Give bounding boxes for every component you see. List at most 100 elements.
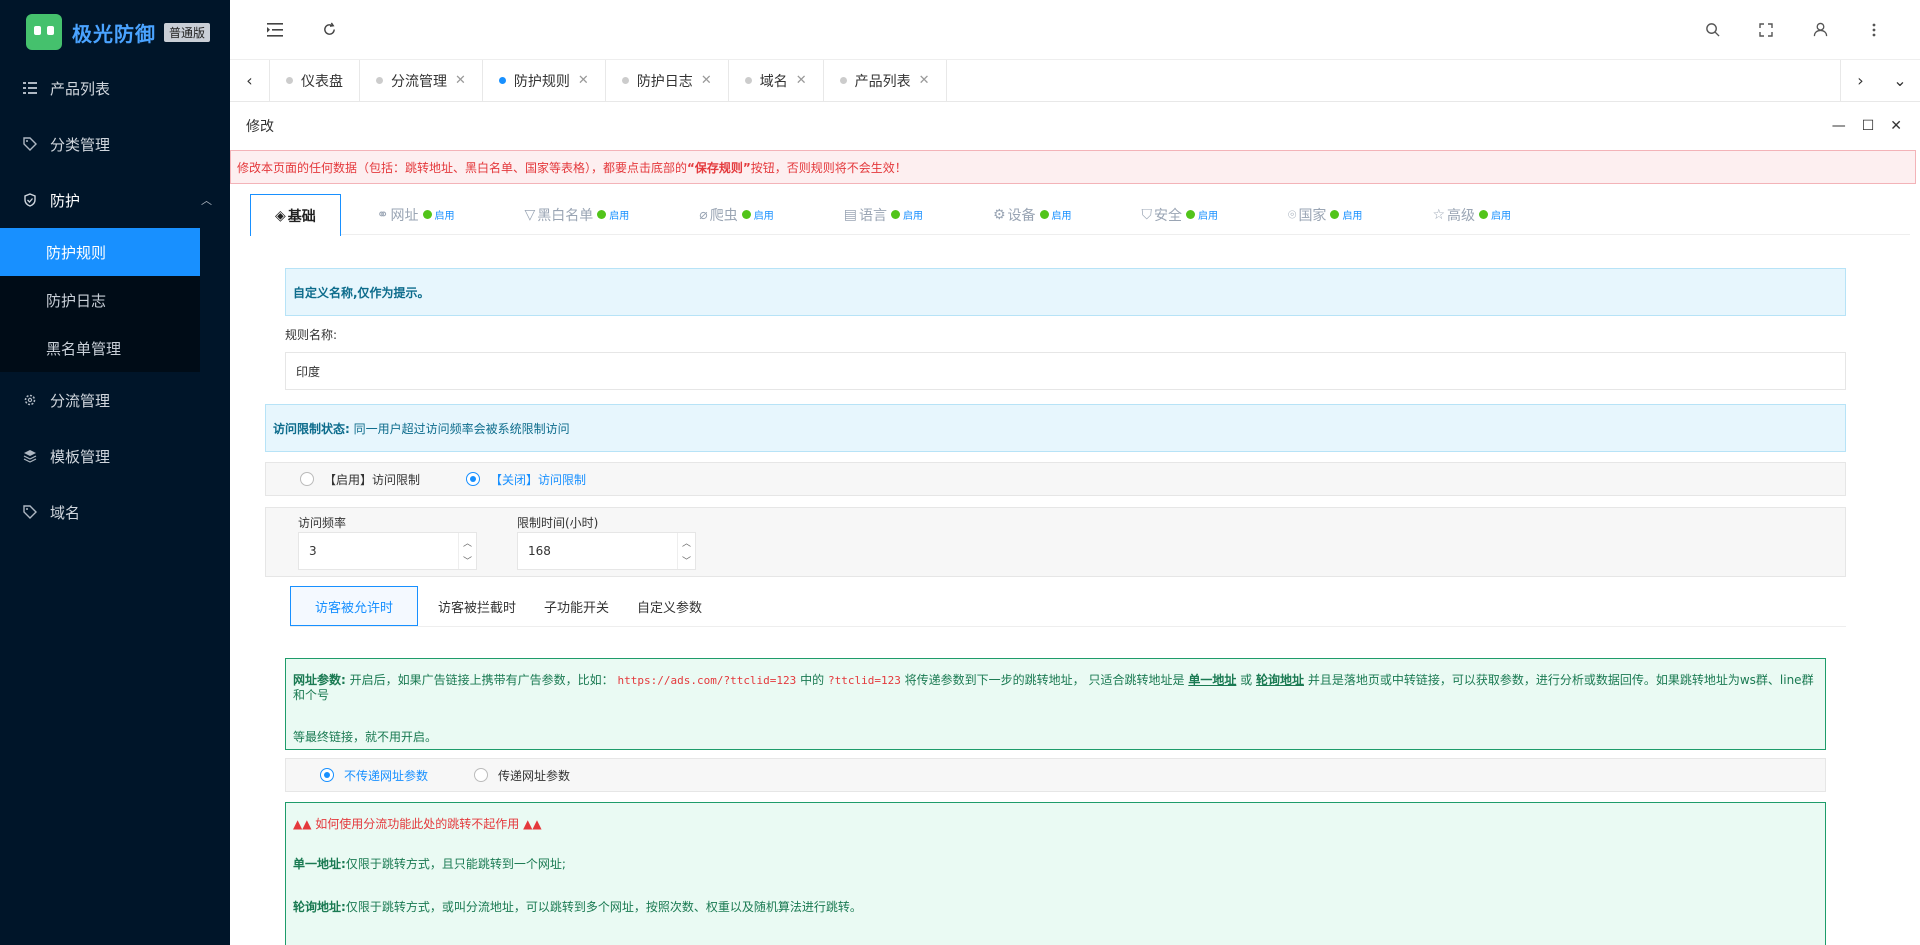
- example-param: ?ttclid=123: [827, 674, 901, 687]
- radio-circle-icon: [300, 472, 314, 486]
- limit-on-radio[interactable]: 【启用】访问限制: [300, 471, 420, 488]
- status-badge: 启用: [1479, 207, 1511, 222]
- tab-protection-rules[interactable]: 防护规则 ✕: [483, 60, 606, 101]
- tab-security[interactable]: ⛉ 安全 启用: [1142, 194, 1219, 235]
- close-icon[interactable]: ✕: [796, 73, 807, 88]
- tab-dot-icon: [744, 77, 752, 84]
- help-title-row: ▲▲ 如何使用分流功能此处的跳转不起作用 ▲▲: [293, 815, 1818, 831]
- sidebar-item-protection[interactable]: 防护 ︿: [0, 172, 230, 228]
- more-vertical-icon[interactable]: [1862, 18, 1886, 42]
- logo: 极光防御 普通版: [0, 0, 230, 64]
- tab-products[interactable]: 产品列表 ✕: [824, 60, 947, 101]
- tab-domains[interactable]: 域名 ✕: [729, 60, 824, 101]
- close-icon[interactable]: ✕: [578, 73, 589, 88]
- tab-label: 基础: [287, 208, 316, 225]
- close-icon[interactable]: ✕: [701, 73, 712, 88]
- tab-label: 防护日志: [636, 73, 693, 90]
- refresh-icon[interactable]: [317, 18, 341, 42]
- tab-advanced[interactable]: ☆ 高级 启用: [1432, 194, 1511, 235]
- url-param-text: 将传递参数到下一步的跳转地址， 只适合跳转地址是: [904, 673, 1185, 687]
- tab-basic[interactable]: ◈ 基础: [250, 194, 341, 236]
- warning-text: 修改本页面的任何数据（包括：跳转地址、黑白名单、国家等表格），都要点击底部的: [237, 160, 688, 175]
- tab-label: 分流管理: [391, 73, 447, 90]
- tab-sub-switches[interactable]: 子功能开关: [530, 586, 623, 626]
- status-badge: 启用: [1040, 207, 1072, 222]
- radio-checked-icon: [466, 472, 481, 486]
- poll-address-link[interactable]: 轮询地址: [1256, 673, 1304, 687]
- radio-label: 【启用】访问限制: [324, 472, 421, 487]
- sidebar-item-products[interactable]: 产品列表: [0, 60, 230, 116]
- tab-blocked[interactable]: 访客被拦截时: [424, 586, 530, 626]
- modal-title: 修改: [246, 119, 274, 135]
- sidebar-item-blacklist[interactable]: 黑名单管理: [0, 324, 200, 372]
- tab-crawler[interactable]: ⌀ 爬虫 启用: [699, 194, 773, 235]
- chevron-down-icon[interactable]: ⌄: [1880, 60, 1920, 101]
- tab-label: 国家: [1298, 207, 1327, 224]
- tab-label: 域名: [759, 73, 788, 90]
- minimize-icon[interactable]: —: [1832, 118, 1846, 134]
- tag-icon: [22, 136, 38, 152]
- tab-dashboard[interactable]: 仪表盘: [270, 60, 360, 101]
- single-address-link[interactable]: 单一地址: [1188, 673, 1236, 687]
- close-icon[interactable]: ✕: [919, 73, 930, 88]
- close-icon[interactable]: ✕: [455, 73, 466, 88]
- bug-icon: ⌀: [699, 206, 708, 223]
- tab-device[interactable]: ⚙ 设备 启用: [993, 194, 1072, 235]
- url-param-text-end: 等最终链接，就不用开启。: [293, 730, 438, 744]
- tab-dot-icon: [286, 77, 293, 84]
- tab-label: 语言: [858, 207, 887, 224]
- help-box: ▲▲ 如何使用分流功能此处的跳转不起作用 ▲▲ 单一地址:仅限于跳转方式，且只能…: [285, 802, 1826, 945]
- sidebar-item-protection-logs[interactable]: 防护日志: [0, 276, 200, 324]
- freq-input[interactable]: 3 ︿ ﹀: [298, 532, 477, 570]
- feature-tabs: ◈ 基础 ⚭ 网址 启用 ▽ 黑白名单 启用 ⌀ 爬虫 启用 ▤ 语言 启用 ⚙ 设备 启用 ⛉ 安全启…: [250, 194, 1910, 236]
- edit-modal: 修改 — ☐ ✕ 修改本页面的任何数据（包括：跳转地址、黑白名单、国家等表格），…: [230, 102, 1920, 945]
- tabs-scroll-right-icon[interactable]: ›: [1840, 60, 1880, 101]
- pass-param-radio[interactable]: 传递网址参数: [474, 767, 570, 784]
- language-icon: ▤: [843, 206, 857, 223]
- rule-name-label: 规则名称:: [285, 328, 338, 342]
- tabs-scroll-left-icon[interactable]: ‹: [230, 60, 270, 101]
- user-icon[interactable]: [1808, 18, 1832, 42]
- time-input[interactable]: 168 ︿ ﹀: [517, 532, 696, 570]
- sidebar-item-protection-rules[interactable]: 防护规则: [0, 228, 200, 276]
- sidebar-item-templates[interactable]: 模板管理: [0, 428, 230, 484]
- tab-language[interactable]: ▤ 语言 启用: [844, 194, 923, 235]
- help-desc: 仅限于跳转方式，且只能跳转到一个网址;: [345, 857, 566, 871]
- stepper-icon[interactable]: ︿ ﹀: [677, 533, 695, 569]
- help-desc: 仅限于跳转方式，或叫分流地址，可以跳转到多个网址，按照次数、权重以及随机算法进行…: [345, 900, 862, 914]
- topbar: [230, 0, 1920, 60]
- help-single: 单一地址:仅限于跳转方式，且只能跳转到一个网址;: [293, 855, 1818, 872]
- tabbar: ‹ 仪表盘 分流管理 ✕ 防护规则 ✕ 防护日志 ✕ 域名 ✕ 产品列表 ✕ › ⌄: [230, 60, 1920, 102]
- url-param-text: 或: [1240, 673, 1253, 687]
- limit-off-radio[interactable]: 【关闭】访问限制: [466, 471, 586, 488]
- tab-traffic-split[interactable]: 分流管理 ✕: [360, 60, 483, 101]
- menu-fold-icon[interactable]: [263, 18, 287, 42]
- warning-icon: ▲▲: [293, 817, 312, 831]
- close-icon[interactable]: ✕: [1890, 118, 1902, 134]
- time-value: 168: [528, 544, 551, 558]
- sidebar-item-traffic-split[interactable]: 分流管理: [0, 372, 230, 428]
- tab-allowed[interactable]: 访客被允许时: [290, 586, 419, 626]
- tab-url[interactable]: ⚭ 网址 启用: [377, 194, 455, 235]
- tab-country[interactable]: ⌾ 国家 启用: [1288, 194, 1362, 235]
- tab-label: 仪表盘: [301, 73, 343, 90]
- limit-options: 【启用】访问限制 【关闭】访问限制: [265, 462, 1846, 496]
- no-pass-param-radio[interactable]: 不传递网址参数: [320, 767, 428, 784]
- url-param-title: 网址参数:: [293, 673, 346, 687]
- maximize-icon[interactable]: ☐: [1862, 118, 1875, 134]
- tab-label: 爬虫: [709, 207, 738, 224]
- sidebar-item-label: 域名: [50, 503, 81, 522]
- tab-protection-logs[interactable]: 防护日志 ✕: [606, 60, 729, 101]
- sidebar-item-categories[interactable]: 分类管理: [0, 116, 230, 172]
- tab-dot-icon: [621, 77, 629, 84]
- stepper-icon[interactable]: ︿ ﹀: [458, 533, 476, 569]
- tab-dot-icon: [498, 77, 506, 84]
- fullscreen-icon[interactable]: [1754, 18, 1778, 42]
- rule-name-input[interactable]: 印度: [285, 352, 1846, 390]
- help-label: 单一地址:: [293, 857, 346, 871]
- sidebar-item-domains[interactable]: 域名: [0, 484, 230, 540]
- tab-custom-params[interactable]: 自定义参数: [623, 586, 716, 626]
- search-icon[interactable]: [1700, 18, 1724, 42]
- tab-blackwhite-list[interactable]: ▽ 黑白名单 启用: [525, 194, 630, 235]
- url-param-info: 网址参数: 开启后，如果广告链接上携带有广告参数，比如： https://ads…: [285, 658, 1826, 750]
